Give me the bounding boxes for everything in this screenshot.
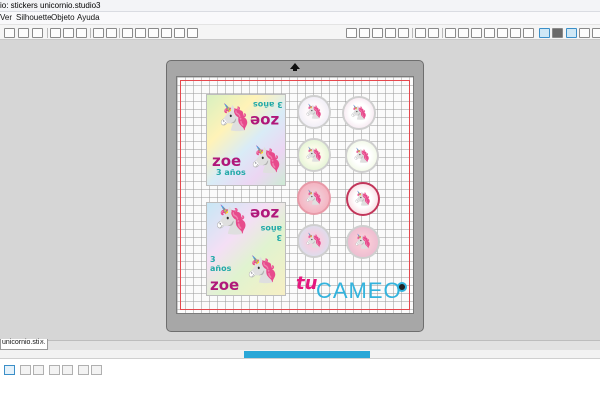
- fill-color-icon[interactable]: [346, 28, 357, 38]
- menu-silhouette[interactable]: Silhouette: [16, 13, 52, 22]
- close-tab-icon[interactable]: ×: [40, 339, 44, 346]
- menu-bar: Ver Silhouette Objeto Ayuda: [0, 12, 600, 24]
- pan-hand-icon[interactable]: [122, 28, 133, 38]
- design-view-icon[interactable]: [566, 28, 577, 38]
- age-text: 3 años: [253, 100, 283, 109]
- toolbar-separator: [412, 28, 413, 38]
- print-icon[interactable]: [18, 28, 29, 38]
- sketch-icon[interactable]: [428, 28, 439, 38]
- age-text: 3 años: [216, 168, 246, 177]
- unicorn-icon: 🦄: [246, 254, 279, 284]
- bottom-toolbar: [0, 358, 600, 400]
- gradient-icon[interactable]: [359, 28, 370, 38]
- window-title: io: stickers unicornio.studio3: [0, 1, 101, 10]
- replicate-icon[interactable]: [471, 28, 482, 38]
- save-icon[interactable]: [4, 28, 15, 38]
- name-text: zoe: [250, 205, 280, 223]
- line-style-icon[interactable]: [415, 28, 426, 38]
- align-icon[interactable]: [458, 28, 469, 38]
- title-bar: io: stickers unicornio.studio3: [0, 0, 600, 12]
- unicorn-icon: 🦄: [305, 146, 323, 162]
- menu-objeto[interactable]: Objeto: [51, 13, 75, 22]
- library-icon[interactable]: [579, 28, 590, 38]
- name-text: zoe: [250, 112, 280, 130]
- zoom-out-icon[interactable]: [148, 28, 159, 38]
- age-text: 3 años: [210, 255, 232, 273]
- make-compound-icon[interactable]: [49, 365, 60, 375]
- age-text: 3 años: [260, 224, 282, 242]
- copy-icon[interactable]: [50, 28, 61, 38]
- offset-circle-icon[interactable]: [91, 365, 102, 375]
- toolbar-separator: [47, 28, 48, 38]
- unicorn-icon: 🦄: [214, 204, 249, 235]
- undo-icon[interactable]: [93, 28, 104, 38]
- main-toolbar: [0, 24, 600, 40]
- ungroup-icon[interactable]: [33, 365, 44, 375]
- unicorn-icon: 🦄: [305, 232, 323, 248]
- line-color-icon[interactable]: [385, 28, 396, 38]
- document-tab-label: unicornio.sti...: [2, 339, 46, 346]
- duplicate-icon[interactable]: [76, 28, 87, 38]
- release-compound-icon[interactable]: [62, 365, 73, 375]
- store-icon[interactable]: [592, 28, 600, 38]
- unicorn-icon: 🦄: [353, 147, 371, 163]
- paste-icon[interactable]: [63, 28, 74, 38]
- trace-icon[interactable]: [523, 28, 534, 38]
- scrollbar-thumb[interactable]: [244, 351, 370, 358]
- menu-ayuda[interactable]: Ayuda: [77, 13, 100, 22]
- cameo-blade-icon: [397, 282, 407, 292]
- send-icon[interactable]: [32, 28, 43, 38]
- modify-icon[interactable]: [497, 28, 508, 38]
- toolbar-separator: [90, 28, 91, 38]
- toolbar-separator: [442, 28, 443, 38]
- unicorn-icon: 🦄: [305, 103, 323, 119]
- logo-prefix: tu: [296, 273, 318, 294]
- unicorn-icon: 🦄: [218, 102, 251, 132]
- weld-icon[interactable]: [78, 365, 89, 375]
- drag-zoom-icon[interactable]: [174, 28, 185, 38]
- zoom-select-icon[interactable]: [161, 28, 172, 38]
- document-tab[interactable]: unicornio.sti... ×: [0, 339, 48, 350]
- unicorn-icon: 🦄: [305, 189, 323, 205]
- fit-page-icon[interactable]: [187, 28, 198, 38]
- pattern-icon[interactable]: [372, 28, 383, 38]
- feed-direction-icon-stem: [293, 68, 297, 71]
- document-tab-bar: [0, 340, 600, 350]
- group-icon[interactable]: [20, 365, 31, 375]
- send-to-cutter-icon[interactable]: [552, 28, 563, 38]
- zoom-in-icon[interactable]: [135, 28, 146, 38]
- unicorn-icon: 🦄: [354, 190, 372, 206]
- unicorn-icon: 🦄: [350, 104, 368, 120]
- menu-ver[interactable]: Ver: [0, 13, 12, 22]
- unicorn-icon: 🦄: [250, 144, 283, 174]
- toolbar-separator: [119, 28, 120, 38]
- select-icon[interactable]: [4, 365, 15, 375]
- logo-brand: CAMEO: [316, 278, 402, 303]
- unicorn-icon: 🦄: [354, 233, 372, 249]
- name-text: zoe: [210, 276, 240, 294]
- offset-icon[interactable]: [510, 28, 521, 38]
- page-setup-icon[interactable]: [539, 28, 550, 38]
- shadow-icon[interactable]: [398, 28, 409, 38]
- transform-icon[interactable]: [484, 28, 495, 38]
- redo-icon[interactable]: [106, 28, 117, 38]
- text-style-icon[interactable]: [445, 28, 456, 38]
